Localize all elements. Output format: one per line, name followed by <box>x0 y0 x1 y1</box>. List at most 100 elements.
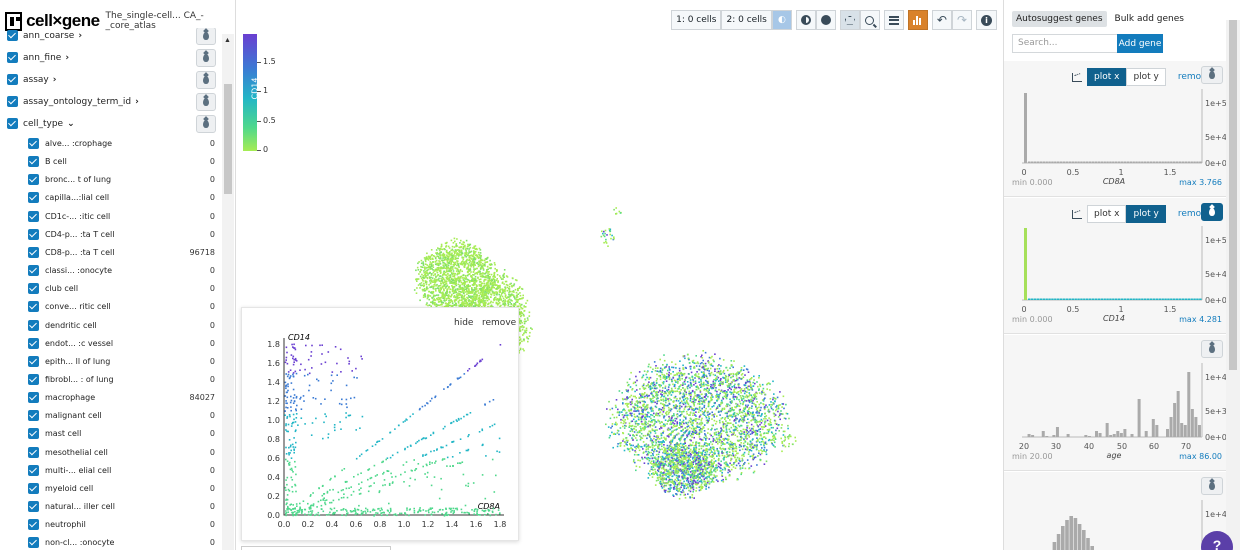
category-value-row[interactable]: dendritic cell 0 <box>0 317 222 337</box>
value-checkbox[interactable] <box>28 283 39 295</box>
color-by-button[interactable] <box>196 49 216 67</box>
category-value-row[interactable]: fibrobl... : of lung 0 <box>0 371 222 391</box>
category-value-row[interactable]: B cell 0 <box>0 153 222 173</box>
category-name[interactable]: cell_type ⌄ <box>23 119 75 129</box>
category-value-row[interactable]: CD8-p... :ta T cell 96718 <box>0 244 222 264</box>
category-name[interactable]: assay › <box>23 75 56 85</box>
value-checkbox[interactable] <box>28 428 39 440</box>
value-checkbox[interactable] <box>28 373 39 385</box>
reset-subset-button[interactable] <box>815 10 836 30</box>
tab-bulk-add-genes[interactable]: Bulk add genes <box>1111 11 1188 27</box>
left-scrollbar[interactable]: ▲ <box>222 34 234 550</box>
cell-set-2-button[interactable]: 2: 0 cells <box>721 10 772 30</box>
category-row[interactable]: assay › <box>0 70 222 90</box>
category-value-row[interactable]: mesothelial cell 0 <box>0 444 222 464</box>
category-checkbox[interactable] <box>7 96 18 107</box>
lasso-button[interactable] <box>839 10 860 30</box>
redo-button[interactable]: ↷ <box>951 10 972 30</box>
category-value-row[interactable]: natural... iller cell 0 <box>0 498 222 518</box>
chevron-right-icon[interactable]: › <box>78 31 82 41</box>
add-gene-button[interactable]: Add gene <box>1117 34 1163 53</box>
category-value-row[interactable]: multi-... elial cell 0 <box>0 462 222 482</box>
value-checkbox[interactable] <box>28 337 39 349</box>
venn-button[interactable]: ◐ <box>771 10 792 30</box>
value-checkbox[interactable] <box>28 446 39 458</box>
plot-x-button[interactable]: plot x <box>1087 68 1127 86</box>
category-value-row[interactable]: alve... :crophage 0 <box>0 135 222 155</box>
value-checkbox[interactable] <box>28 228 39 240</box>
histogram-toggle-button[interactable] <box>907 10 928 30</box>
scroll-up-icon[interactable]: ▲ <box>224 37 231 44</box>
value-checkbox[interactable] <box>28 501 39 512</box>
category-value-row[interactable]: malignant cell 0 <box>0 407 222 427</box>
value-checkbox[interactable] <box>28 174 39 186</box>
value-checkbox[interactable] <box>28 319 39 331</box>
category-value-row[interactable]: bronc... t of lung 0 <box>0 171 222 191</box>
value-checkbox[interactable] <box>28 482 39 494</box>
category-checkbox[interactable] <box>7 30 18 41</box>
chevron-down-icon[interactable]: ⌄ <box>67 119 75 129</box>
category-value-row[interactable]: CD1c-... :itic cell 0 <box>0 208 222 228</box>
category-value-row[interactable]: endot... :c vessel 0 <box>0 335 222 355</box>
chevron-right-icon[interactable]: › <box>53 75 57 85</box>
right-scrollbar-thumb[interactable] <box>1229 20 1237 370</box>
category-value-row[interactable]: capilla...:lial cell 0 <box>0 189 222 209</box>
category-name[interactable]: assay_ontology_term_id › <box>23 97 139 107</box>
category-row[interactable]: ann_coarse › <box>0 28 222 46</box>
value-checkbox[interactable] <box>28 464 39 476</box>
value-checkbox[interactable] <box>28 410 39 422</box>
gene-scatterplot[interactable]: 0.0 0.2 0.4 0.6 0.8 1.0 1.2 1.4 1.6 1.8 0.0 0.2 0.4 0… <box>242 308 520 542</box>
value-checkbox[interactable] <box>28 210 39 222</box>
info-button[interactable]: i <box>976 10 997 30</box>
value-checkbox[interactable] <box>28 192 39 204</box>
chevron-right-icon[interactable]: › <box>135 97 139 107</box>
value-checkbox[interactable] <box>28 392 39 404</box>
color-by-gene-button[interactable] <box>1201 340 1223 358</box>
value-checkbox[interactable] <box>28 156 39 168</box>
value-checkbox[interactable] <box>28 138 39 149</box>
category-checkbox[interactable] <box>7 118 18 129</box>
cell-set-1-button[interactable]: 1: 0 cells <box>671 10 722 30</box>
plot-x-button[interactable]: plot x <box>1087 205 1127 223</box>
gene-search-input[interactable]: Search... <box>1012 34 1118 53</box>
category-checkbox[interactable] <box>7 74 18 85</box>
color-by-button[interactable] <box>196 28 216 45</box>
color-by-gene-button[interactable] <box>1201 203 1223 221</box>
gene-histogram[interactable]: 1e+4 <box>1004 472 1226 550</box>
zoom-button[interactable] <box>859 10 880 30</box>
value-checkbox[interactable] <box>28 301 39 313</box>
color-by-gene-button[interactable] <box>1201 66 1223 84</box>
bottom-panel-tab[interactable] <box>241 546 391 550</box>
category-value-row[interactable]: mast cell 0 <box>0 425 222 445</box>
category-name[interactable]: ann_fine › <box>23 53 69 63</box>
category-value-row[interactable]: CD4-p... :ta T cell 0 <box>0 226 222 246</box>
color-by-button[interactable] <box>196 71 216 89</box>
category-row[interactable]: ann_fine › <box>0 48 222 68</box>
color-by-gene-button[interactable] <box>1201 477 1223 495</box>
category-value-row[interactable]: myeloid cell 0 <box>0 480 222 500</box>
category-value-row[interactable]: epith... ll of lung 0 <box>0 353 222 373</box>
value-checkbox[interactable] <box>28 246 39 258</box>
value-checkbox[interactable] <box>28 519 39 531</box>
category-value-row[interactable]: neutrophil 0 <box>0 516 222 536</box>
tab-autosuggest-genes[interactable]: Autosuggest genes <box>1012 11 1107 27</box>
category-value-row[interactable]: club cell 0 <box>0 280 222 300</box>
right-scrollbar[interactable] <box>1226 20 1240 550</box>
gene-histogram[interactable]: 1e+4 5e+3 0e+0 20 30 40 50 60 70 age <box>1004 335 1226 471</box>
color-by-button[interactable] <box>196 115 216 133</box>
category-checkbox[interactable] <box>7 52 18 63</box>
category-value-row[interactable]: macrophage 84027 <box>0 389 222 409</box>
embedding-area[interactable]: 1: 0 cells 2: 0 cells ◐ ↶ ↷ i CD14 1.5 1… <box>237 0 1003 550</box>
category-name[interactable]: ann_coarse › <box>23 31 82 41</box>
value-checkbox[interactable] <box>28 537 39 549</box>
plot-y-button[interactable]: plot y <box>1126 68 1166 86</box>
list-button[interactable] <box>883 10 904 30</box>
subset-button[interactable] <box>795 10 816 30</box>
category-row[interactable]: cell_type ⌄ <box>0 114 222 134</box>
category-row[interactable]: assay_ontology_term_id › <box>0 92 222 112</box>
value-checkbox[interactable] <box>28 355 39 367</box>
category-value-row[interactable]: non-cl... :onocyte 0 <box>0 534 222 550</box>
undo-button[interactable]: ↶ <box>931 10 952 30</box>
value-checkbox[interactable] <box>28 265 39 277</box>
chevron-right-icon[interactable]: › <box>65 53 69 63</box>
